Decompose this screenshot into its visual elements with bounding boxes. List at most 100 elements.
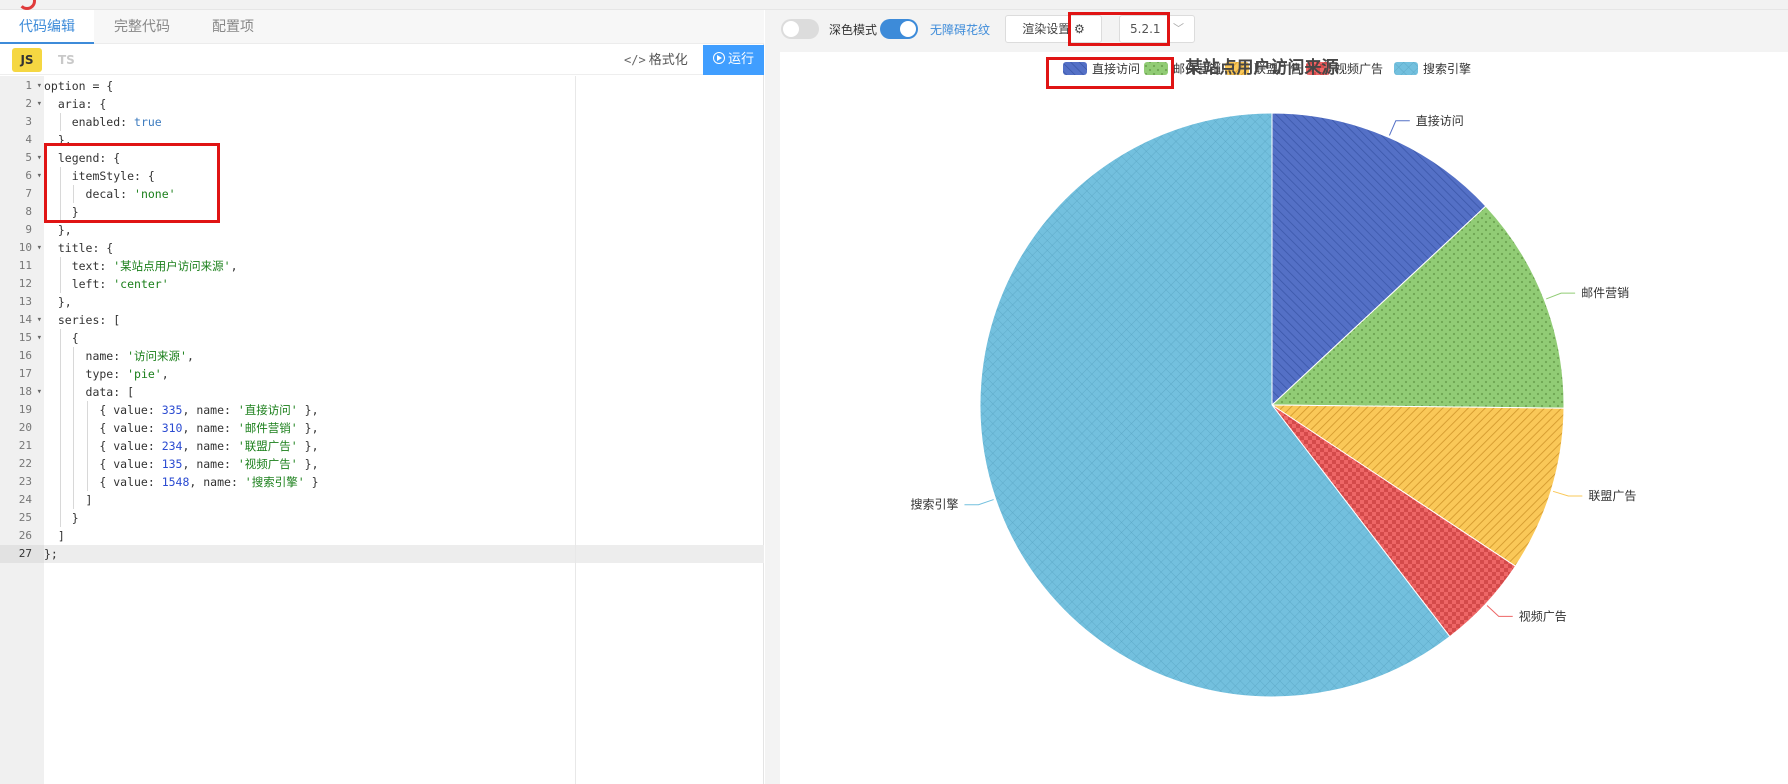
run-label: 运行 (727, 52, 754, 67)
line-number: 1 (0, 77, 44, 95)
label-line-4 (964, 499, 994, 506)
line-number: 2 (0, 95, 44, 113)
indent-guide (73, 365, 75, 383)
line-number: 4 (25, 133, 32, 146)
preview-pane: 深色模式 无障碍花纹 渲染设置 ⚙ 5.2.1 ﹀ 直接访问 邮件营销 联盟广告… (765, 10, 1788, 784)
code-editor[interactable]: 1234567891011121314151617181920212223242… (0, 76, 764, 784)
indent-guide (73, 383, 75, 401)
legend-swatch-4[interactable] (1394, 62, 1418, 75)
indent-guide (86, 401, 88, 419)
indent-guide (59, 437, 61, 455)
version-value: 5.2.1 (1130, 22, 1161, 36)
code-line: ] (44, 493, 93, 507)
slice-label-0: 直接访问 (1416, 113, 1464, 128)
indent-guide (59, 257, 61, 275)
line-number: 21 (18, 439, 32, 452)
indent-guide (59, 401, 61, 419)
code-line: aria: { (44, 97, 107, 111)
slice-label-3: 视频广告 (1519, 608, 1567, 623)
indent-guide (59, 365, 61, 383)
aria-decal-toggle[interactable] (880, 19, 918, 39)
tab-full-code[interactable]: 完整代码 (114, 10, 170, 44)
line-number: 17 (18, 367, 32, 380)
aria-decal-label: 无障碍花纹 (930, 23, 991, 37)
code-line: left: 'center' (44, 277, 169, 291)
indent-guide (86, 455, 88, 473)
code-line: }; (44, 545, 764, 563)
code-line: data: [ (44, 385, 135, 399)
dark-mode-toggle[interactable] (781, 19, 819, 39)
play-circle-icon (712, 52, 725, 64)
line-number: 26 (18, 529, 32, 542)
line-number: 7 (25, 187, 32, 200)
slice-label-1: 邮件营销 (1581, 286, 1629, 300)
indent-guide (59, 473, 61, 491)
legend-swatch-0[interactable] (1063, 62, 1087, 75)
code-text-area[interactable]: option = { aria: { enabled: true }, lege… (44, 76, 764, 784)
code-line: }, (44, 133, 72, 147)
tab-config-items[interactable]: 配置项 (212, 10, 254, 44)
code-line: series: [ (44, 313, 121, 327)
legend-label-3[interactable]: 视频广告 (1335, 61, 1383, 76)
code-line: }, (44, 295, 72, 309)
indent-guide (73, 455, 75, 473)
version-select[interactable]: 5.2.1 ﹀ (1119, 15, 1195, 43)
legend-swatch-1[interactable] (1144, 62, 1168, 75)
line-number: 12 (18, 277, 32, 290)
line-number: 24 (18, 493, 32, 506)
print-margin-line (575, 76, 576, 784)
line-number-gutter: 1234567891011121314151617181920212223242… (0, 76, 44, 784)
line-number: 11 (18, 259, 32, 272)
indent-guide (86, 437, 88, 455)
line-number: 5 (0, 149, 44, 167)
indent-guide (86, 473, 88, 491)
indent-guide (59, 329, 61, 347)
line-number: 13 (18, 295, 32, 308)
indent-guide (59, 491, 61, 509)
gear-icon: ⚙ (1074, 22, 1085, 36)
code-line: enabled: true (44, 115, 162, 129)
code-line: { value: 310, name: '邮件营销' }, (44, 421, 319, 435)
indent-guide (59, 455, 61, 473)
code-line: name: '访问来源', (44, 349, 194, 363)
line-number: 8 (25, 205, 32, 218)
tab-code-edit[interactable]: 代码编辑 (0, 10, 94, 44)
toggle-knob (900, 21, 916, 37)
line-number: 22 (18, 457, 32, 470)
code-icon: </> (624, 53, 646, 67)
indent-guide (59, 113, 61, 131)
line-number: 16 (18, 349, 32, 362)
indent-guide (59, 419, 61, 437)
run-button[interactable]: 运行 (703, 45, 764, 75)
code-line: }, (44, 223, 72, 237)
format-button[interactable]: </> 格式化 (624, 48, 688, 72)
label-line-1 (1546, 292, 1576, 300)
js-language-button[interactable]: JS (12, 48, 42, 72)
code-line: text: '某站点用户访问来源', (44, 259, 238, 273)
ts-language-button[interactable]: TS (58, 48, 75, 72)
legend-label-0[interactable]: 直接访问 (1092, 61, 1140, 76)
label-line-0 (1388, 120, 1410, 136)
indent-guide (59, 275, 61, 293)
toggle-knob (783, 21, 799, 37)
code-line: itemStyle: { (44, 169, 155, 183)
code-line: { value: 335, name: '直接访问' }, (44, 403, 319, 417)
line-number: 25 (18, 511, 32, 524)
code-line: } (44, 205, 79, 219)
line-number: 10 (0, 239, 44, 257)
label-line-2 (1552, 490, 1583, 497)
code-line: type: 'pie', (44, 367, 169, 381)
editor-toolbar: JS TS </> 格式化 运行 (0, 45, 764, 75)
app-logo-icon (18, 0, 36, 10)
legend-label-4[interactable]: 搜索引擎 (1423, 61, 1471, 76)
render-settings-label: 渲染设置 (1022, 22, 1071, 36)
editor-pane: 代码编辑 完整代码 配置项 JS TS </>格式化 运行 1234567891… (0, 10, 764, 784)
code-line: decal: 'none' (44, 187, 176, 201)
line-number: 19 (18, 403, 32, 416)
render-settings-button[interactable]: 渲染设置 ⚙ (1005, 15, 1102, 43)
pie-slices (979, 112, 1565, 698)
indent-guide (59, 167, 61, 185)
line-number: 6 (0, 167, 44, 185)
line-number: 20 (18, 421, 32, 434)
pie-chart: 直接访问 邮件营销 联盟广告 视频广告 搜索引擎 某站点用户访问来源 直接访问邮件营销联… (910, 57, 1636, 698)
